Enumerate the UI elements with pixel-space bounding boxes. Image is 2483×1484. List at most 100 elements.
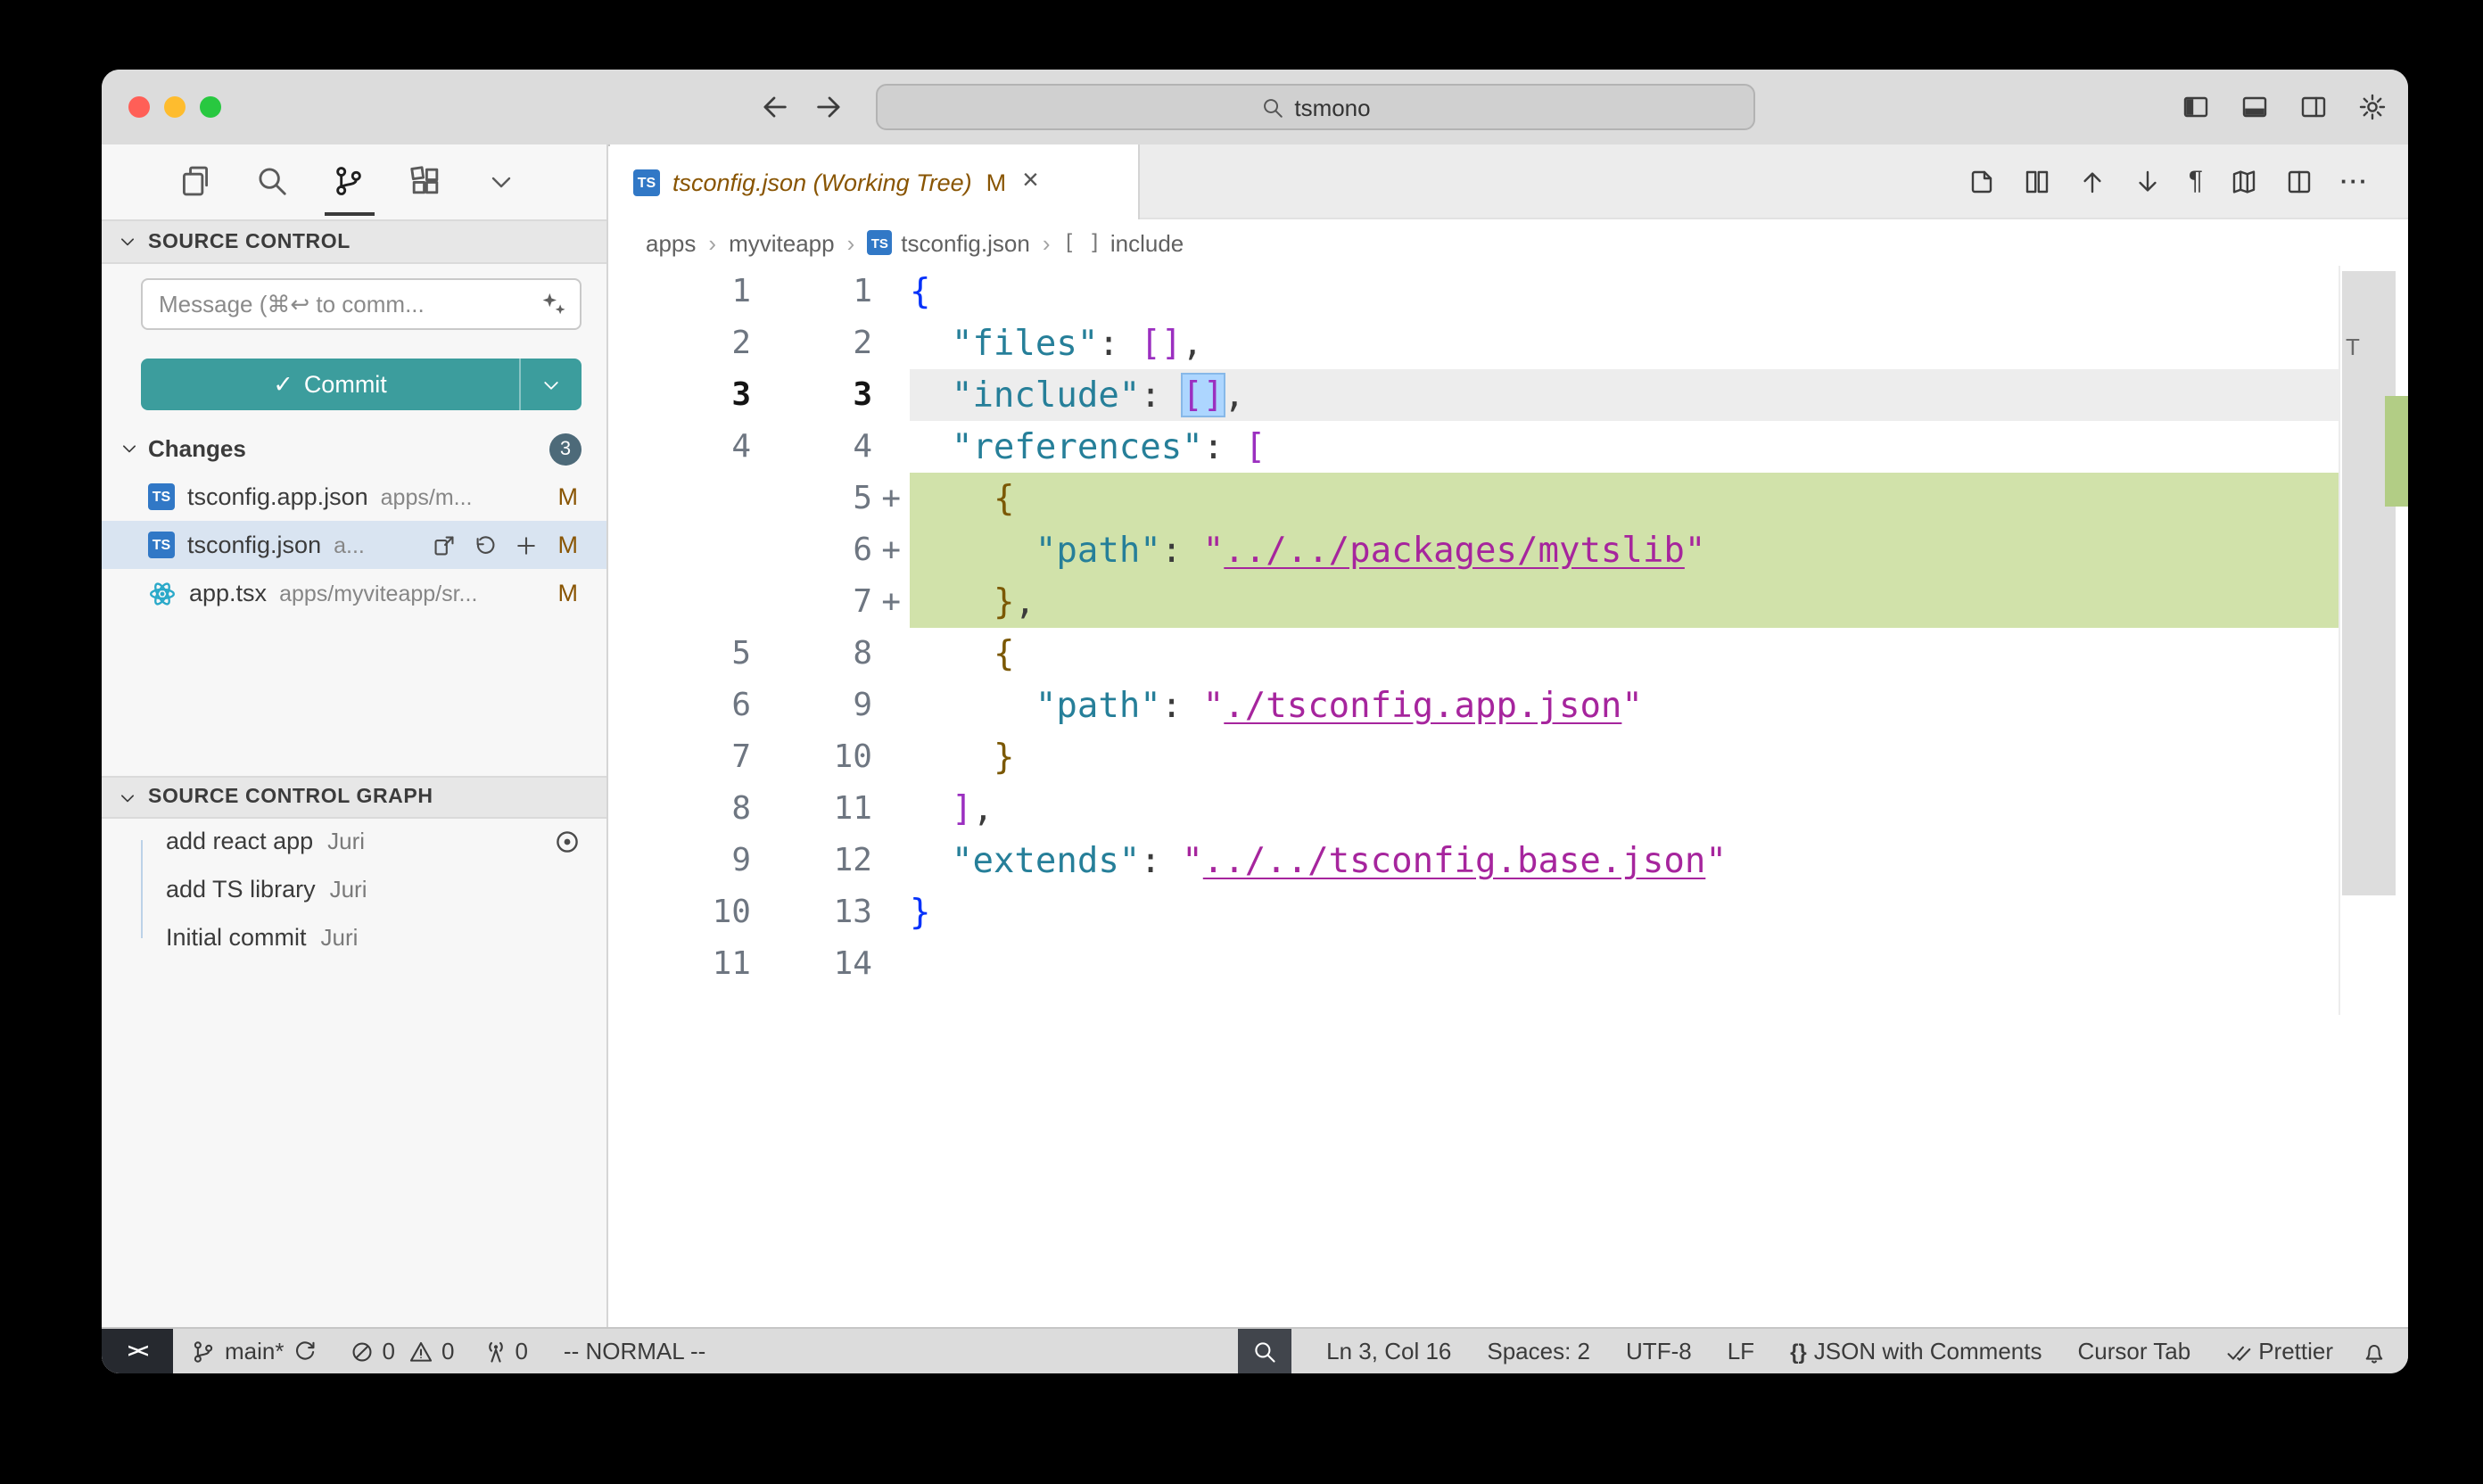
more-views-chevron-icon[interactable] [487, 168, 516, 196]
indentation-item[interactable]: Spaces: 2 [1487, 1338, 1590, 1364]
previous-change-icon[interactable] [2078, 168, 2107, 196]
changed-file-row[interactable]: app.tsx apps/myviteapp/sr... M [102, 569, 606, 617]
code-line[interactable]: 1114 [610, 938, 2339, 990]
error-count: 0 [383, 1338, 395, 1364]
changed-file-row-selected[interactable]: TS tsconfig.json a... M [102, 521, 606, 569]
extensions-icon[interactable] [408, 164, 442, 198]
commit-message-input[interactable] [141, 278, 582, 330]
code-line-content[interactable]: } [910, 731, 2339, 783]
code-line[interactable]: 5+ { [610, 473, 2339, 524]
code-line[interactable]: 811 ], [610, 783, 2339, 835]
close-window-button[interactable] [128, 96, 150, 118]
sparkle-icon[interactable] [540, 291, 567, 317]
forward-icon[interactable] [813, 91, 846, 123]
code-line[interactable]: 710 } [610, 731, 2339, 783]
stage-changes-icon[interactable] [514, 532, 539, 557]
close-tab-icon[interactable]: × [1022, 168, 1039, 196]
code-line-added[interactable]: { [910, 473, 2339, 524]
branch-status-item[interactable]: main* [191, 1338, 318, 1364]
file-link[interactable]: ./tsconfig.app.json [1224, 685, 1621, 726]
code-line-content[interactable] [910, 938, 2339, 990]
vim-mode-indicator: -- NORMAL -- [564, 1338, 705, 1364]
code-line-added[interactable]: }, [910, 576, 2339, 628]
toggle-sidebar-icon[interactable] [2182, 93, 2210, 121]
changed-file-row[interactable]: TS tsconfig.app.json apps/m... M [102, 473, 606, 521]
code-line[interactable]: 1013} [610, 886, 2339, 938]
zoom-status-item[interactable] [1237, 1329, 1291, 1373]
typescript-file-icon: TS [148, 532, 175, 558]
scrollbar-thumb[interactable] [2342, 271, 2396, 895]
minimize-window-button[interactable] [164, 96, 186, 118]
minimap[interactable]: T [2339, 266, 2408, 1015]
code-line-content[interactable]: } [910, 886, 2339, 938]
code-editor[interactable]: 11{22 "files": [],33 "include": [],44 "r… [610, 266, 2339, 990]
toggle-panel-icon[interactable] [2240, 93, 2269, 121]
code-line-content[interactable]: ], [910, 783, 2339, 835]
problems-status-item[interactable]: 0 0 [351, 1338, 455, 1364]
code-line[interactable]: 912 "extends": "../../tsconfig.base.json… [610, 835, 2339, 886]
next-change-icon[interactable] [2133, 168, 2162, 196]
ports-status-item[interactable]: 0 [483, 1338, 527, 1364]
search-view-icon[interactable] [255, 164, 289, 198]
code-line-content[interactable]: { [910, 628, 2339, 680]
error-icon [351, 1339, 375, 1364]
commit-button[interactable]: ✓ Commit [141, 359, 582, 410]
source-control-icon[interactable] [332, 164, 366, 198]
code-line[interactable]: 11{ [610, 266, 2339, 317]
split-editor-icon[interactable] [2285, 168, 2314, 196]
discard-changes-icon[interactable] [473, 532, 498, 557]
breadcrumb-item[interactable]: myviteapp [729, 229, 835, 256]
code-line-content[interactable]: "extends": "../../tsconfig.base.json" [910, 835, 2339, 886]
breadcrumb-item[interactable]: [ ] include [1063, 229, 1184, 256]
code-line-added[interactable]: "path": "../../packages/mytslib" [910, 524, 2339, 576]
back-icon[interactable] [758, 91, 790, 123]
more-actions-icon[interactable]: ··· [2340, 168, 2369, 196]
breadcrumb-item[interactable]: apps [646, 229, 696, 256]
commit-message: Initial commit [166, 924, 307, 951]
cursor-tab-item[interactable]: Cursor Tab [2078, 1338, 2191, 1364]
settings-gear-icon[interactable] [2358, 93, 2387, 121]
code-line[interactable]: 69 "path": "./tsconfig.app.json" [610, 680, 2339, 731]
compare-editors-icon[interactable] [2023, 168, 2051, 196]
open-changes-icon[interactable] [1967, 168, 1996, 196]
zoom-window-button[interactable] [200, 96, 221, 118]
commit-row[interactable]: Initial commit Juri [102, 913, 606, 961]
commit-row[interactable]: add TS library Juri [102, 865, 606, 913]
cursor-position-item[interactable]: Ln 3, Col 16 [1326, 1338, 1451, 1364]
code-line[interactable]: 58 { [610, 628, 2339, 680]
source-control-section-header[interactable]: SOURCE CONTROL [102, 219, 606, 264]
open-file-icon[interactable] [432, 532, 457, 557]
code-line[interactable]: 33 "include": [], [610, 369, 2339, 421]
code-line-content[interactable]: "path": "./tsconfig.app.json" [910, 680, 2339, 731]
formatter-label: Prettier [2258, 1338, 2333, 1364]
code-line-content[interactable]: "include": [], [910, 369, 2339, 421]
changes-section-header[interactable]: Changes 3 [102, 425, 606, 473]
toggle-secondary-sidebar-icon[interactable] [2299, 93, 2328, 121]
language-mode-item[interactable]: {} JSON with Comments [1790, 1338, 2042, 1364]
remote-indicator[interactable]: >< [102, 1329, 173, 1373]
command-center-search[interactable]: tsmono [876, 84, 1755, 130]
map-icon[interactable] [2230, 168, 2258, 196]
code-line[interactable]: 7+ }, [610, 576, 2339, 628]
file-link[interactable]: ../../packages/mytslib [1224, 530, 1685, 571]
notifications-bell[interactable] [2362, 1339, 2387, 1364]
code-line-content[interactable]: "files": [], [910, 317, 2339, 369]
commit-dropdown-button[interactable] [521, 359, 582, 410]
commit-row[interactable]: add react app Juri [102, 817, 606, 865]
whitespace-toggle-icon[interactable]: ¶ [2189, 168, 2203, 196]
formatter-item[interactable]: Prettier [2226, 1338, 2333, 1364]
encoding-item[interactable]: UTF-8 [1626, 1338, 1692, 1364]
code-line[interactable]: 6+ "path": "../../packages/mytslib" [610, 524, 2339, 576]
explorer-icon[interactable] [178, 164, 212, 198]
breadcrumb-item[interactable]: TS tsconfig.json [867, 229, 1030, 256]
file-link[interactable]: ../../tsconfig.base.json [1203, 840, 1706, 881]
code-line[interactable]: 22 "files": [], [610, 317, 2339, 369]
eol-item[interactable]: LF [1728, 1338, 1754, 1364]
goto-commit-icon[interactable] [553, 827, 582, 855]
source-control-graph-header[interactable]: SOURCE CONTROL GRAPH [102, 776, 606, 819]
code-line-content[interactable]: "references": [ [910, 421, 2339, 473]
code-line[interactable]: 44 "references": [ [610, 421, 2339, 473]
tab-tsconfig-working-tree[interactable]: TS tsconfig.json (Working Tree) M × [610, 144, 1140, 219]
code-line-content[interactable]: { [910, 266, 2339, 317]
file-path: apps/myviteapp/sr... [279, 581, 477, 606]
